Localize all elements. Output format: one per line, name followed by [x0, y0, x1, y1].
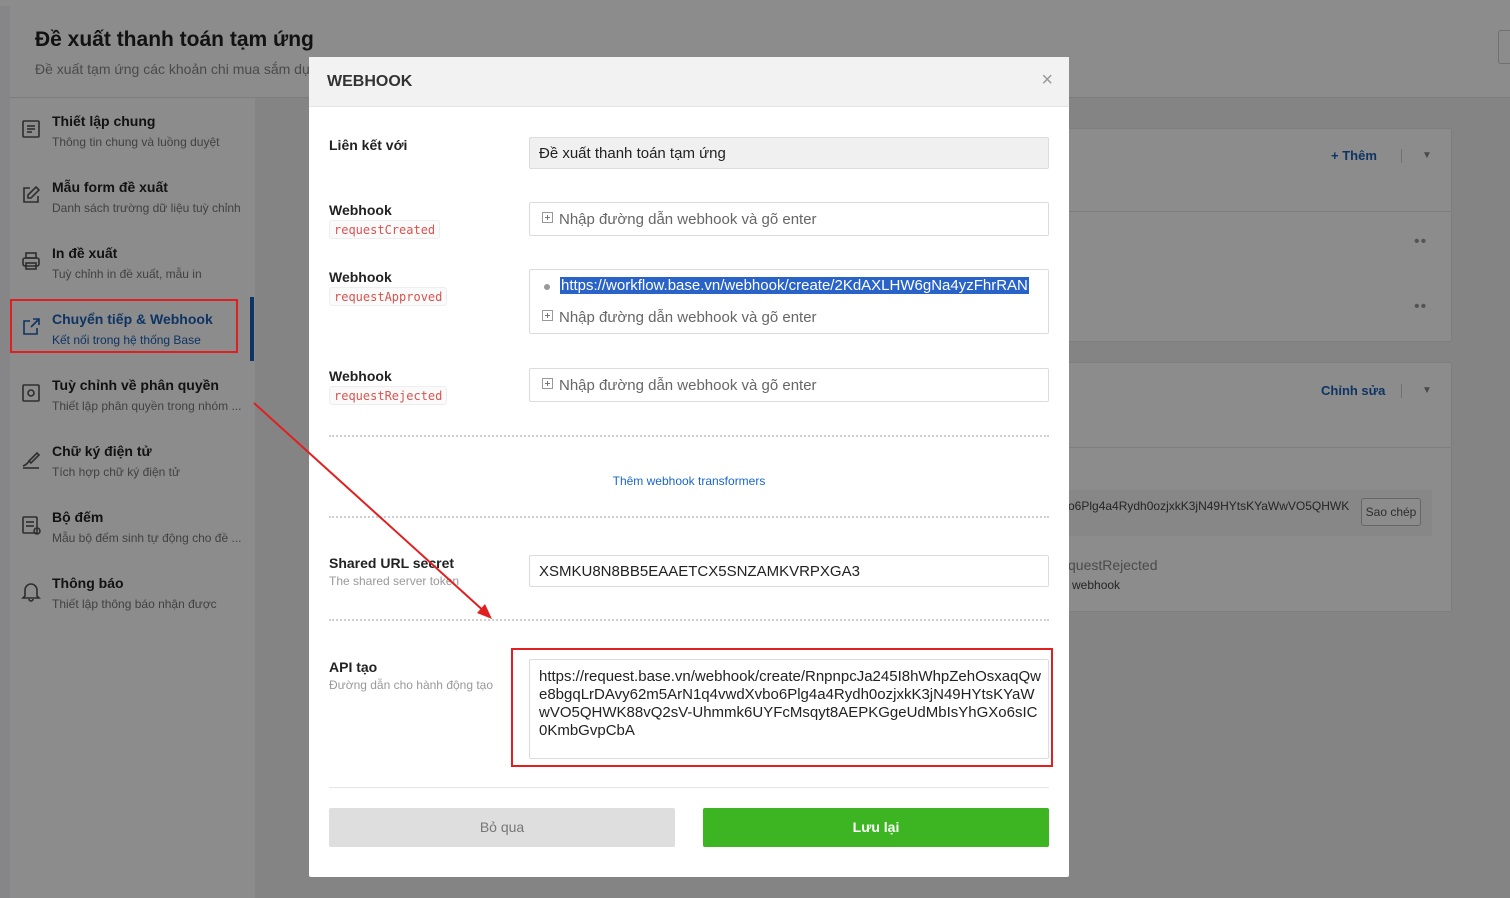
section-divider: [329, 619, 1049, 621]
plus-square-icon: [542, 378, 553, 389]
linked-label: Liên kết với: [329, 137, 408, 153]
event-code-tag: requestRejected: [329, 386, 448, 405]
close-icon[interactable]: ×: [1041, 69, 1053, 92]
event-code-tag: requestApproved: [329, 287, 448, 306]
api-highlight-box: [511, 648, 1053, 767]
webhook-placeholder: Nhập đường dẫn webhook và gõ enter: [559, 211, 817, 228]
modal-title: WEBHOOK: [327, 73, 413, 90]
section-divider: [329, 435, 1049, 437]
bullet-icon: [544, 284, 550, 290]
api-sublabel: Đường dẫn cho hành động tạo: [329, 678, 494, 692]
save-button[interactable]: Lưu lại: [703, 808, 1049, 847]
api-label: API tạo: [329, 659, 378, 675]
cancel-button[interactable]: Bỏ qua: [329, 808, 675, 847]
plus-square-icon: [542, 212, 553, 223]
webhook-placeholder: Nhập đường dẫn webhook và gõ enter: [559, 309, 817, 326]
plus-square-icon: [542, 310, 553, 321]
secret-label: Shared URL secret: [329, 555, 455, 571]
linked-value: Đề xuất thanh toán tạm ứng: [539, 145, 726, 162]
webhook-url-text[interactable]: https://workflow.base.vn/webhook/create/…: [560, 277, 1029, 294]
add-webhook-entry[interactable]: Nhập đường dẫn webhook và gõ enter: [542, 377, 817, 394]
linked-field: Đề xuất thanh toán tạm ứng: [529, 137, 1049, 169]
webhook-label: Webhook: [329, 368, 392, 384]
sidebar-annotation-box: [10, 299, 238, 353]
webhook-url-item[interactable]: https://workflow.base.vn/webhook/create/…: [542, 276, 1038, 298]
secret-sublabel: The shared server token: [329, 574, 460, 588]
add-webhook-entry[interactable]: Nhập đường dẫn webhook và gõ enter: [542, 211, 817, 228]
footer-divider: [329, 787, 1049, 788]
section-divider: [329, 516, 1049, 518]
webhook-modal: WEBHOOK × Liên kết với Đề xuất thanh toá…: [309, 57, 1069, 877]
add-webhook-entry[interactable]: Nhập đường dẫn webhook và gõ enter: [542, 309, 817, 326]
secret-input[interactable]: XSMKU8N8BB5EAAETCX5SNZAMKVRPXGA3: [529, 555, 1049, 587]
webhook-created-input[interactable]: Nhập đường dẫn webhook và gõ enter: [529, 202, 1049, 236]
webhook-label: Webhook: [329, 269, 392, 285]
modal-header: WEBHOOK ×: [309, 57, 1069, 107]
webhook-approved-input[interactable]: https://workflow.base.vn/webhook/create/…: [529, 269, 1049, 334]
add-transformers-link[interactable]: Thêm webhook transformers: [309, 474, 1069, 488]
webhook-rejected-input[interactable]: Nhập đường dẫn webhook và gõ enter: [529, 368, 1049, 402]
event-code-tag: requestCreated: [329, 220, 441, 239]
webhook-label: Webhook: [329, 202, 392, 218]
secret-value: XSMKU8N8BB5EAAETCX5SNZAMKVRPXGA3: [539, 563, 860, 580]
webhook-placeholder: Nhập đường dẫn webhook và gõ enter: [559, 377, 817, 394]
